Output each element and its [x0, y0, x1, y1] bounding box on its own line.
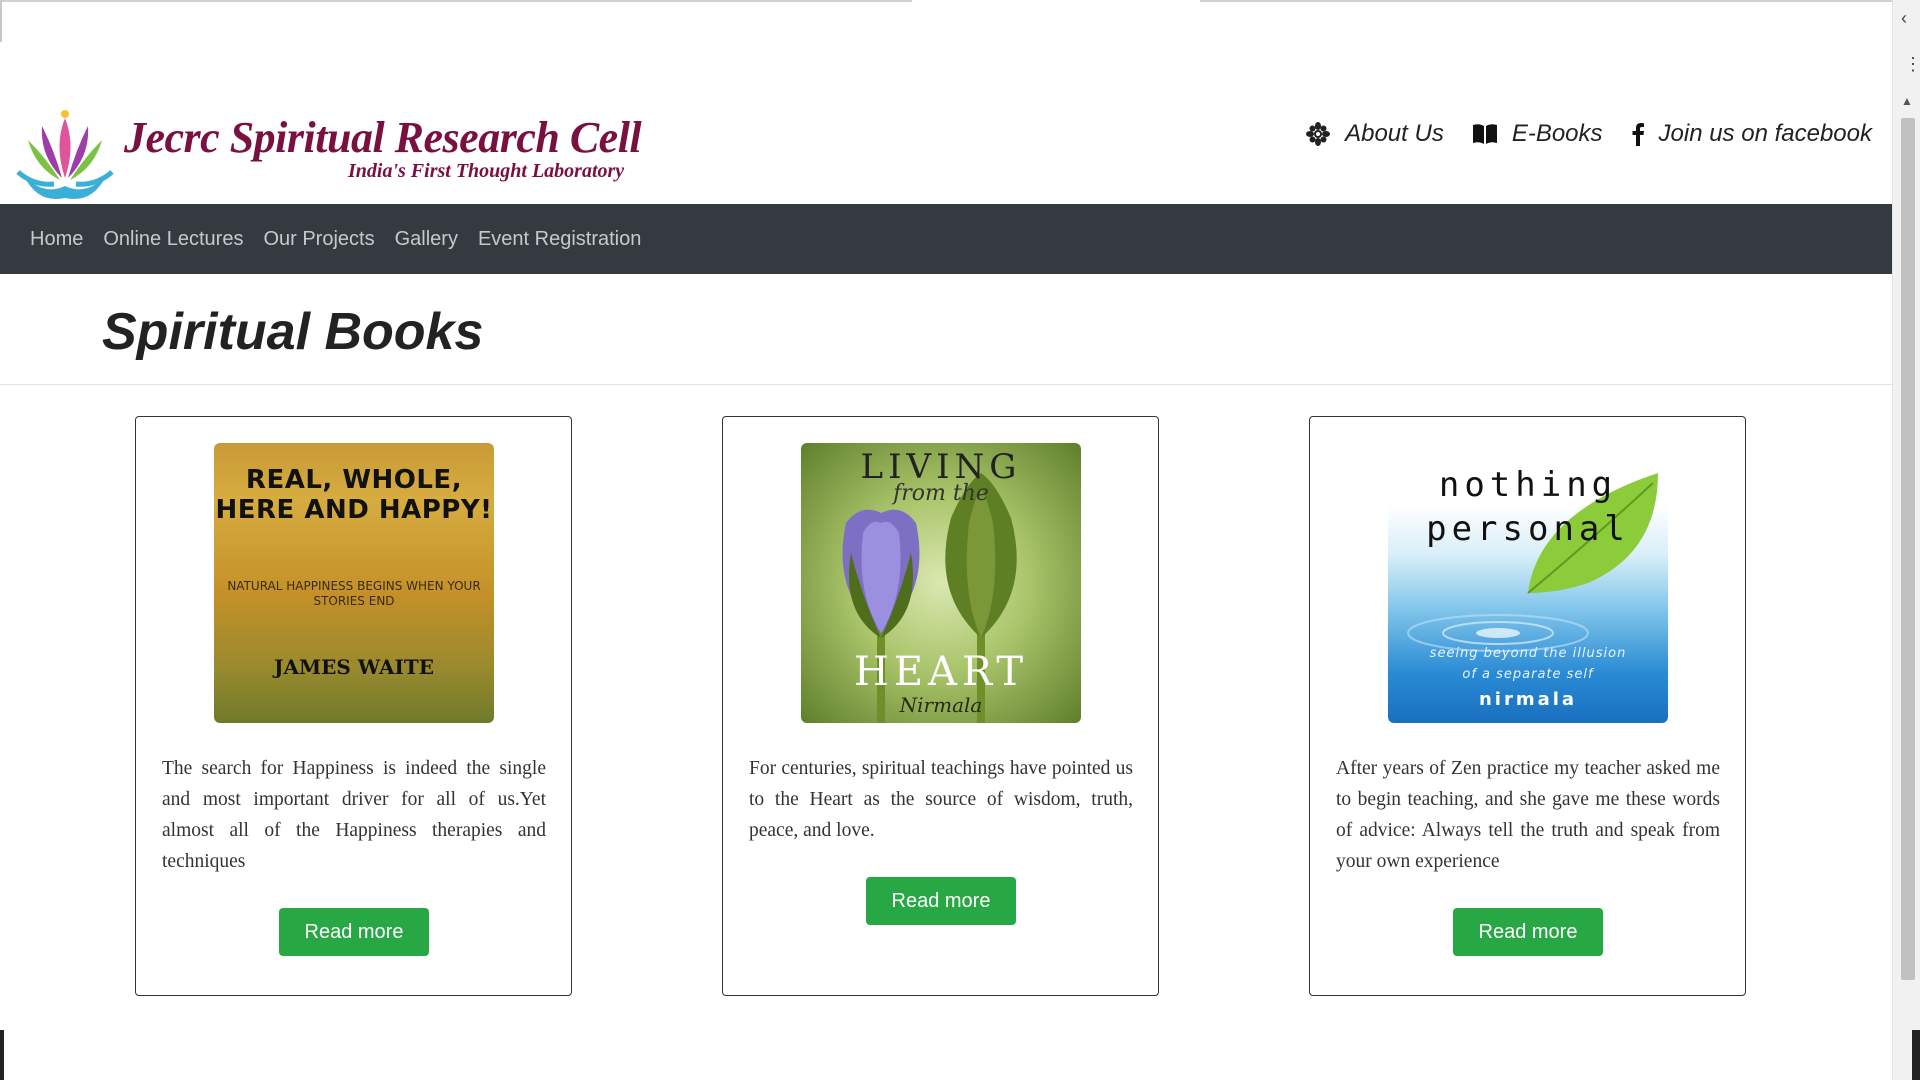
read-more-button[interactable]: Read more: [1453, 908, 1603, 956]
nav-item-online-lectures[interactable]: Online Lectures: [93, 228, 253, 251]
more-vert-icon[interactable]: ⋮: [1904, 54, 1920, 74]
heading-divider: [0, 384, 1892, 385]
scroll-up-arrow-icon[interactable]: ▲: [1901, 94, 1913, 108]
top-left-edge: [0, 0, 2, 42]
facebook-icon: [1632, 123, 1644, 146]
book-description: After years of Zen practice my teacher a…: [1336, 758, 1720, 872]
browser-top-strip: [0, 0, 1892, 88]
cover-title-line2: personal: [1426, 509, 1630, 549]
read-more-button[interactable]: Read more: [279, 908, 429, 956]
book-card: REAL, WHOLE, HERE AND HAPPY! NATURAL HAP…: [135, 416, 572, 996]
window-edge-right: [1912, 1030, 1920, 1080]
scrollbar-thumb[interactable]: [1901, 118, 1915, 980]
brand-tagline: India's First Thought Laboratory: [348, 160, 625, 182]
cover-author: JAMES WAITE: [274, 655, 434, 679]
page-title: Spiritual Books: [102, 303, 484, 361]
main-navbar: Home Online Lectures Our Projects Galler…: [0, 204, 1892, 274]
nav-item-home[interactable]: Home: [20, 228, 93, 251]
read-more-button[interactable]: Read more: [866, 877, 1016, 925]
ebooks-link[interactable]: E-Books: [1472, 120, 1603, 148]
top-divider-right: [1200, 0, 1892, 2]
top-divider-left: [0, 0, 912, 2]
cover-author: nirmala: [1478, 689, 1578, 710]
cover-title-bottom: HEART: [853, 649, 1029, 695]
about-us-link[interactable]: About Us: [1305, 120, 1444, 148]
book-card: LIVING from the HEART Nirmala For centur…: [722, 416, 1159, 996]
facebook-label: Join us on facebook: [1658, 120, 1872, 147]
about-us-label: About Us: [1345, 120, 1444, 147]
nav-item-our-projects[interactable]: Our Projects: [253, 228, 384, 251]
cover-subtitle: NATURAL HAPPINESS BEGINS WHEN YOUR STORI…: [227, 579, 481, 608]
nav-item-event-registration[interactable]: Event Registration: [468, 228, 651, 251]
cover-title: REAL, WHOLE, HERE AND HAPPY!: [215, 465, 493, 525]
cover-title-mid: from the: [893, 481, 989, 506]
book-cover-image[interactable]: nothing personal seeing beyond the illus…: [1388, 443, 1668, 723]
window-edge-left: [0, 1030, 4, 1080]
cover-title: nothing personal: [1388, 463, 1668, 551]
cover-subtitle-line1: seeing beyond the illusion: [1429, 646, 1627, 661]
cover-subtitle-line2: of a separate self: [1462, 667, 1594, 682]
book-cover-image[interactable]: REAL, WHOLE, HERE AND HAPPY! NATURAL HAP…: [214, 443, 494, 723]
open-book-icon: [1472, 124, 1497, 144]
book-card: nothing personal seeing beyond the illus…: [1309, 416, 1746, 996]
nav-item-gallery[interactable]: Gallery: [385, 228, 468, 251]
book-description: For centuries, spiritual teachings have …: [749, 758, 1133, 841]
cover-subtitle: seeing beyond the illusion of a separate…: [1388, 643, 1668, 685]
lotus-flower-icon: [1306, 122, 1331, 146]
ebooks-label: E-Books: [1511, 120, 1603, 147]
book-description: The search for Happiness is indeed the s…: [162, 758, 546, 872]
cover-author: Nirmala: [899, 693, 983, 717]
book-cover-image[interactable]: LIVING from the HEART Nirmala: [801, 443, 1081, 723]
chevron-left-icon[interactable]: ‹: [1901, 8, 1907, 28]
lotus-logo-icon[interactable]: [14, 106, 116, 202]
brand-title[interactable]: Jecrc Spiritual Research Cell: [124, 112, 642, 163]
site-header: Jecrc Spiritual Research Cell India's Fi…: [0, 88, 1892, 204]
page-scrollbar[interactable]: ‹ ⋮ ▲: [1892, 0, 1920, 1080]
cover-title-line1: nothing: [1438, 465, 1618, 505]
header-links: About Us E-Books Join us on facebook: [1305, 120, 1872, 148]
facebook-link[interactable]: Join us on facebook: [1631, 120, 1872, 148]
